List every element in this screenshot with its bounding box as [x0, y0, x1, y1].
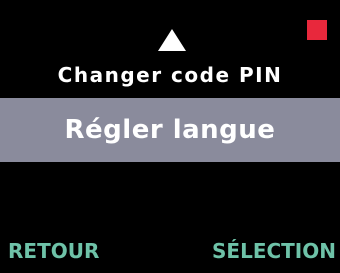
device-screen: Changer code PIN Régler langue RETOUR SÉ…	[0, 0, 340, 273]
select-softkey[interactable]: SÉLECTION	[212, 236, 336, 266]
menu-item-set-language[interactable]: Régler langue	[0, 98, 340, 162]
back-softkey[interactable]: RETOUR	[8, 236, 99, 266]
status-indicator-icon	[307, 20, 327, 40]
menu-item-change-pin[interactable]: Changer code PIN	[0, 60, 340, 90]
scroll-up-arrow-icon[interactable]	[158, 29, 186, 51]
